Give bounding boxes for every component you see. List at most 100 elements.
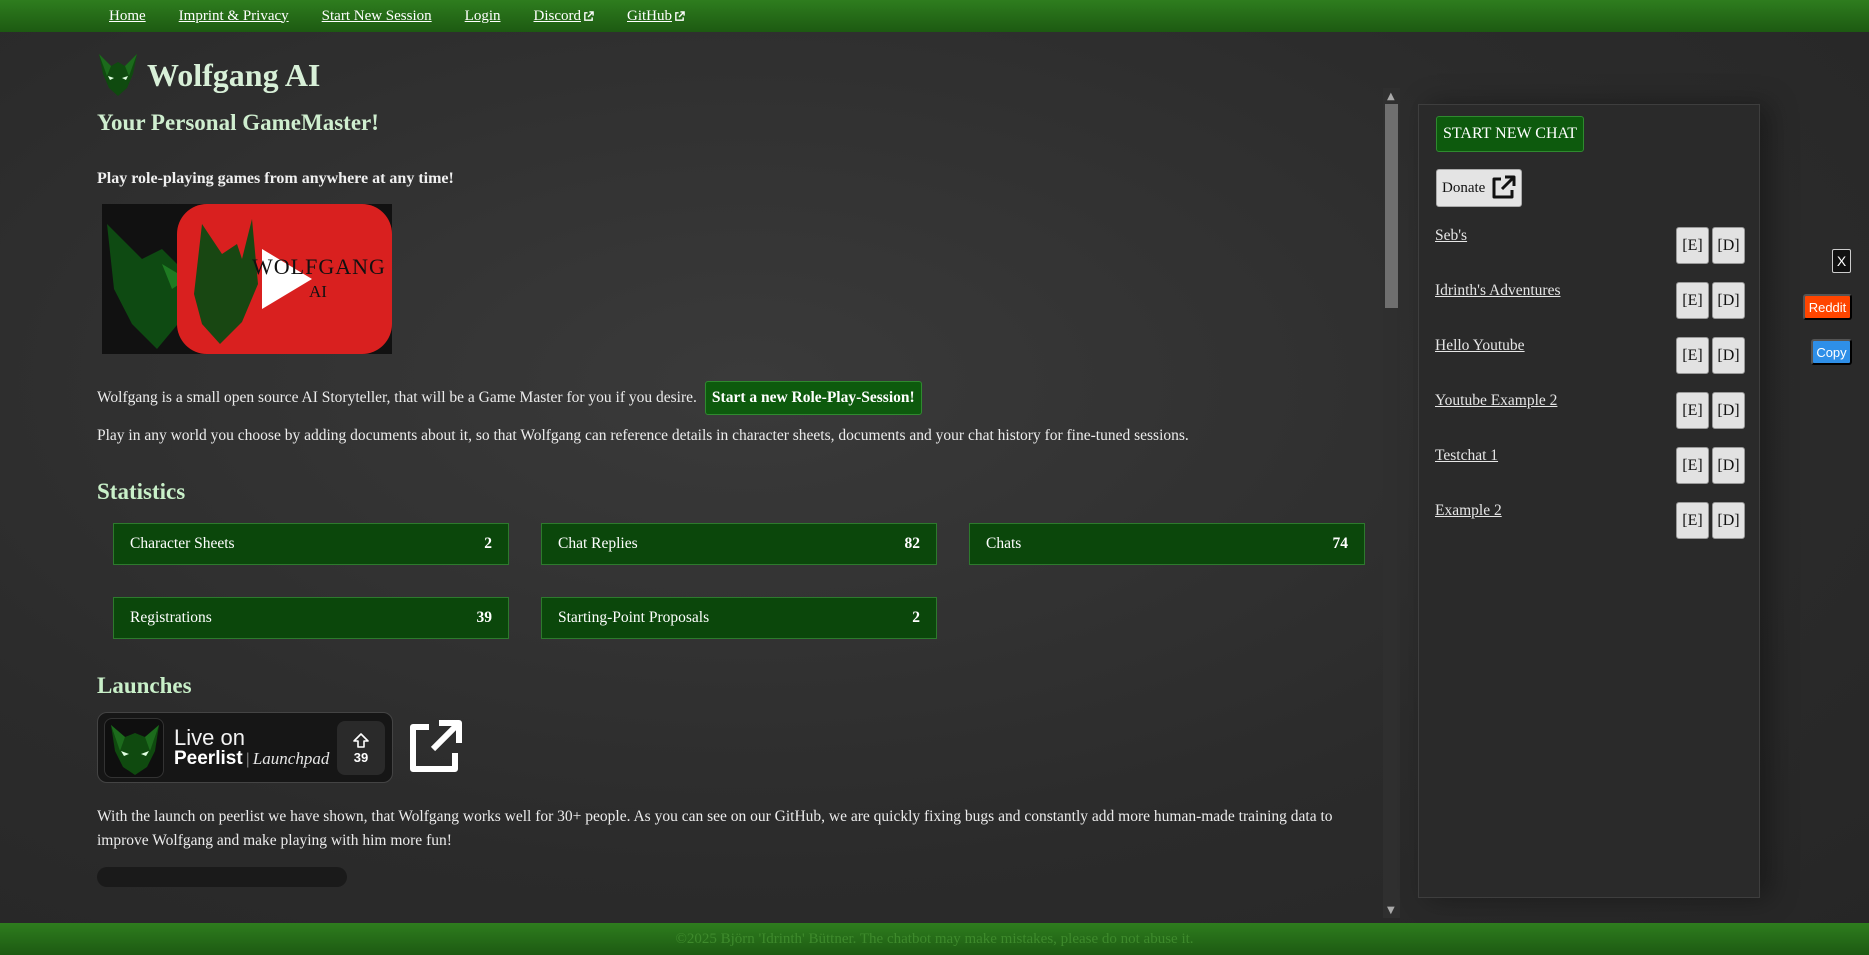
chat-sidebar: START NEW CHAT Donate Seb's [E] [D] Idri…	[1418, 104, 1760, 898]
stat-label: Chat Replies	[558, 535, 638, 552]
edit-chat-button[interactable]: [E]	[1676, 337, 1709, 374]
peerlist-text: Live on Peerlist | Launchpad	[174, 726, 329, 769]
donate-label: Donate	[1442, 179, 1486, 196]
delete-chat-button[interactable]: [D]	[1712, 282, 1745, 319]
stat-card: Character Sheets 2	[113, 523, 509, 565]
video-logo-line1: WOLFGANG	[252, 254, 386, 279]
chat-link[interactable]: Example 2	[1435, 502, 1502, 520]
stat-value: 39	[476, 609, 493, 626]
chat-list-item: Testchat 1 [E] [D]	[1435, 447, 1745, 487]
chat-list-item: Hello Youtube [E] [D]	[1435, 337, 1745, 377]
launches-heading: Launches	[97, 673, 192, 698]
chat-list-item: Youtube Example 2 [E] [D]	[1435, 392, 1745, 432]
scroll-down-icon[interactable]: ▼	[1387, 905, 1395, 916]
stat-card: Starting-Point Proposals 2	[541, 597, 937, 639]
nav-home-link[interactable]: Home	[109, 8, 146, 25]
edit-chat-button[interactable]: [E]	[1676, 447, 1709, 484]
stat-label: Registrations	[130, 609, 212, 626]
stat-label: Starting-Point Proposals	[558, 609, 710, 626]
chat-actions: [E] [D]	[1676, 502, 1745, 539]
intro-text: Wolfgang is a small open source AI Story…	[97, 389, 697, 406]
copy-link-button[interactable]: Copy	[1811, 339, 1852, 365]
youtube-video-embed[interactable]: WOLFGANG AI	[102, 204, 392, 354]
donate-button[interactable]: Donate	[1436, 169, 1523, 207]
chat-actions: [E] [D]	[1676, 447, 1745, 484]
brand-header: Wolfgang AI	[97, 50, 1379, 100]
intro-text-2: Play in any world you choose by adding d…	[97, 427, 1189, 444]
external-link-icon	[1492, 175, 1516, 199]
stat-value: 74	[1332, 535, 1349, 552]
wolf-head-icon	[104, 717, 164, 778]
stat-value: 2	[912, 609, 920, 626]
lead-text: Play role-playing games from anywhere at…	[97, 170, 454, 187]
delete-chat-button[interactable]: [D]	[1712, 337, 1745, 374]
edit-chat-button[interactable]: [E]	[1676, 392, 1709, 429]
peerlist-badge[interactable]: Live on Peerlist | Launchpad 39	[97, 712, 393, 783]
footer-text: ©2025 Björn 'Idrinth' Büttner. The chatb…	[675, 930, 1194, 947]
nav-discord-label: Discord	[533, 7, 582, 24]
start-new-chat-button[interactable]: START NEW CHAT	[1436, 116, 1585, 152]
launch-description: With the launch on peerlist we have show…	[97, 808, 1333, 849]
chat-link[interactable]: Hello Youtube	[1435, 337, 1525, 355]
nav-imprint-link[interactable]: Imprint & Privacy	[179, 8, 289, 25]
footer: ©2025 Björn 'Idrinth' Büttner. The chatb…	[0, 923, 1869, 955]
next-launch-badge	[97, 867, 347, 887]
top-navigation: Home Imprint & Privacy Start New Session…	[0, 0, 1869, 32]
nav-login-link[interactable]: Login	[465, 8, 501, 25]
start-role-play-button[interactable]: Start a new Role-Play-Session!	[704, 381, 922, 415]
nav-discord-link[interactable]: Discord	[534, 8, 595, 25]
stat-card: Chat Replies 82	[541, 523, 937, 565]
arrow-up-icon	[353, 732, 369, 748]
edit-chat-button[interactable]: [E]	[1676, 502, 1709, 539]
scroll-up-icon[interactable]: ▲	[1387, 91, 1395, 102]
wolf-head-icon	[99, 54, 137, 96]
nav-start-session-link[interactable]: Start New Session	[322, 8, 432, 25]
peerlist-live-label: Live on	[174, 724, 245, 750]
tagline: Your Personal GameMaster!	[97, 110, 379, 135]
peerlist-launchpad: Launchpad	[252, 749, 330, 769]
external-link-icon	[584, 10, 594, 21]
chat-list-item: Example 2 [E] [D]	[1435, 502, 1745, 542]
chat-actions: [E] [D]	[1676, 337, 1745, 374]
close-share-button[interactable]: X	[1832, 249, 1851, 273]
external-link-icon[interactable]	[405, 719, 463, 777]
nav-github-label: GitHub	[627, 7, 672, 24]
statistics-heading: Statistics	[97, 479, 186, 504]
scrollbar-thumb[interactable]	[1385, 104, 1398, 308]
chat-actions: [E] [D]	[1676, 282, 1745, 319]
site-title: Wolfgang AI	[147, 56, 321, 93]
reddit-share-button[interactable]: Reddit	[1803, 294, 1852, 320]
stat-card: Chats 74	[969, 523, 1365, 565]
peerlist-name: Peerlist	[174, 748, 243, 770]
edit-chat-button[interactable]: [E]	[1676, 227, 1709, 264]
intro-paragraph: Wolfgang is a small open source AI Story…	[97, 381, 1379, 415]
video-logo-line2: AI	[309, 282, 327, 301]
chat-actions: [E] [D]	[1676, 392, 1745, 429]
chat-link[interactable]: Seb's	[1435, 227, 1467, 245]
statistics-grid: Character Sheets 2 Chat Replies 82 Chats…	[97, 523, 1379, 653]
delete-chat-button[interactable]: [D]	[1712, 447, 1745, 484]
chat-link[interactable]: Testchat 1	[1435, 447, 1498, 465]
launch-row: Live on Peerlist | Launchpad 39	[97, 712, 1379, 783]
delete-chat-button[interactable]: [D]	[1712, 227, 1745, 264]
nav-github-link[interactable]: GitHub	[627, 8, 685, 25]
stat-label: Chats	[986, 535, 1022, 552]
stat-value: 82	[904, 535, 921, 552]
chat-link[interactable]: Youtube Example 2	[1435, 392, 1557, 410]
stat-label: Character Sheets	[130, 535, 235, 552]
peerlist-separator: |	[245, 751, 250, 769]
chat-link[interactable]: Idrinth's Adventures	[1435, 282, 1560, 300]
main-content: Wolfgang AI Your Personal GameMaster! Pl…	[97, 50, 1379, 922]
chat-list-item: Seb's [E] [D]	[1435, 227, 1745, 267]
peerlist-brand: Peerlist | Launchpad	[174, 749, 329, 769]
external-link-icon	[675, 10, 685, 21]
main-scrollbar[interactable]: ▲ ▼	[1383, 88, 1400, 918]
chat-actions: [E] [D]	[1676, 227, 1745, 264]
stat-value: 2	[484, 535, 492, 552]
edit-chat-button[interactable]: [E]	[1676, 282, 1709, 319]
delete-chat-button[interactable]: [D]	[1712, 502, 1745, 539]
delete-chat-button[interactable]: [D]	[1712, 392, 1745, 429]
stat-card: Registrations 39	[113, 597, 509, 639]
peerlist-vote-count: 39	[353, 749, 369, 765]
peerlist-upvote: 39	[337, 721, 385, 775]
